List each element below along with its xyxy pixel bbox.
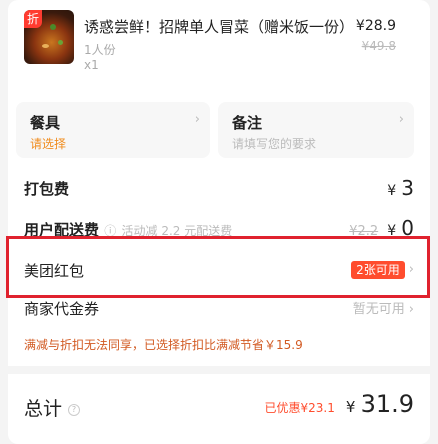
total-row: 总计? 已优惠¥23.1 ¥ 31.9 [24, 390, 414, 424]
utensils-title: 餐具 [30, 114, 61, 132]
product-spec: 1人份 [84, 43, 116, 57]
highlight-box [6, 236, 430, 298]
product-price: ¥28.9 [355, 18, 396, 34]
product-title: 诱惑尝鲜！招牌单人冒菜（赠米饭一份） [84, 18, 355, 36]
currency-symbol: ¥ [387, 183, 397, 199]
utensils-selector[interactable]: 餐具 请选择 › [16, 102, 210, 158]
voucher-status: 暂无可用 [352, 302, 405, 317]
chevron-right-icon: › [194, 112, 200, 127]
packing-fee-value: 3 [401, 176, 414, 200]
chevron-right-icon: › [398, 112, 404, 127]
question-icon[interactable]: ? [68, 403, 81, 416]
packing-fee-row: 打包费 ¥ 3 [24, 176, 414, 200]
order-card: 折 诱惑尝鲜！招牌单人冒菜（赠米饭一份） 1人份 x1 ¥28.9 ¥49.8 … [8, 0, 430, 444]
discount-badge: 折 [24, 10, 42, 28]
total-value: 31.9 [360, 390, 414, 418]
packing-fee-label: 打包费 [24, 180, 70, 198]
remark-selector[interactable]: 备注 请填写您的要求 › [218, 102, 414, 158]
section-divider [8, 366, 430, 374]
voucher-label: 商家代金券 [24, 300, 100, 318]
currency-symbol: ¥ [345, 398, 356, 416]
chevron-right-icon: › [408, 302, 414, 317]
product-image[interactable]: 折 [24, 10, 74, 64]
remark-placeholder: 请填写您的要求 [232, 137, 317, 151]
total-label: 总计 [24, 398, 63, 420]
total-saved: 已优惠¥23.1 [264, 401, 335, 415]
product-original-price: ¥49.8 [361, 39, 396, 53]
voucher-row[interactable]: 商家代金券 暂无可用 › [24, 296, 414, 320]
utensils-value: 请选择 [30, 137, 67, 151]
discount-warning: 满减与折扣无法同享，已选择折扣比满减节省￥15.9 [24, 338, 303, 352]
remark-title: 备注 [232, 114, 263, 132]
product-quantity: x1 [84, 58, 99, 72]
